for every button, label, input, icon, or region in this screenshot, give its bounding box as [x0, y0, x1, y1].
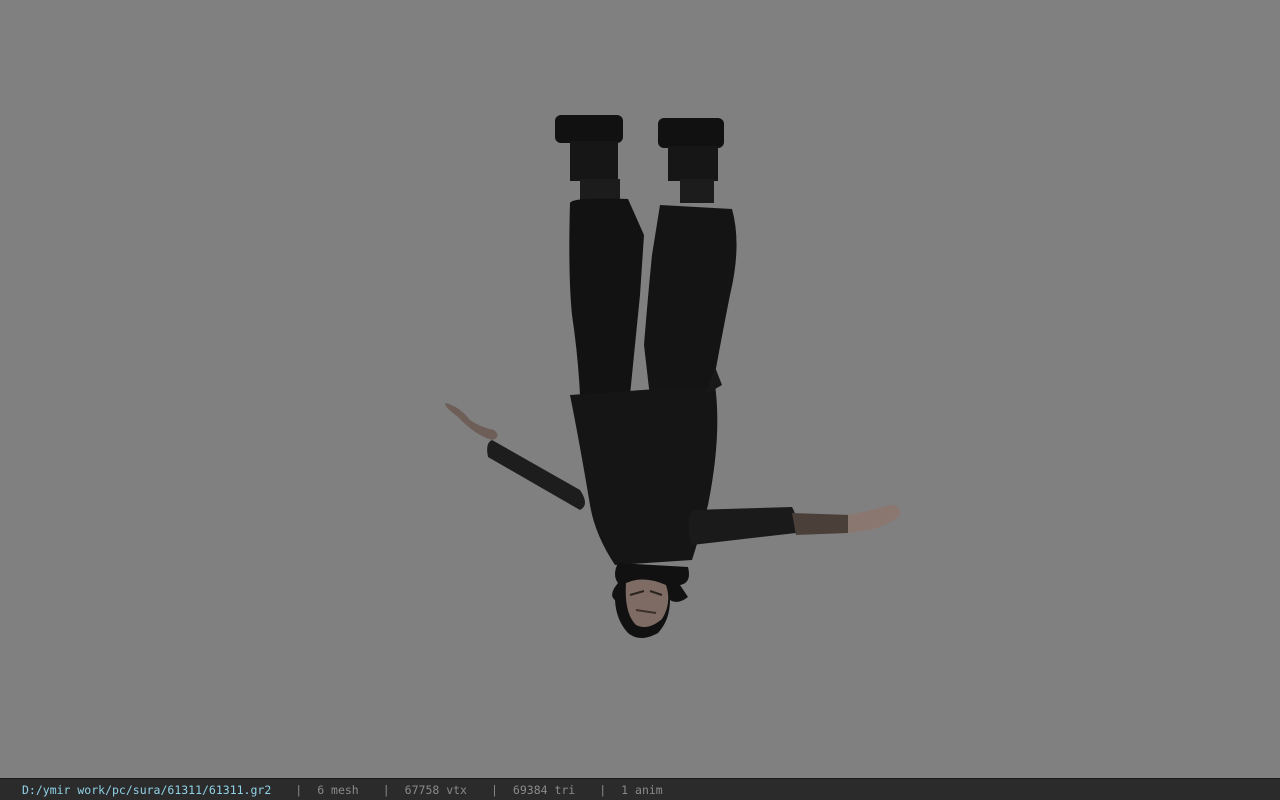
character-model	[445, 115, 901, 638]
vertex-count-label: 67758 vtx	[404, 782, 467, 797]
status-separator: |	[490, 782, 498, 797]
file-path-label: D:/ymir work/pc/sura/61311/61311.gr2	[22, 782, 272, 797]
left-boot	[555, 115, 623, 201]
right-leg	[644, 205, 737, 397]
triangle-count-label: 69384 tri	[512, 782, 576, 797]
model-viewport[interactable]	[0, 0, 1280, 778]
status-bar: D:/ymir work/pc/sura/61311/61311.gr2 | 6…	[0, 778, 1280, 800]
right-forearm	[792, 513, 852, 535]
status-separator: |	[382, 782, 390, 797]
head	[612, 563, 689, 638]
mesh-count-label: 6 mesh	[317, 782, 359, 797]
left-leg	[569, 198, 644, 395]
left-arm	[487, 440, 585, 510]
status-separator: |	[295, 782, 303, 797]
anim-count-label: 1 anim	[621, 782, 663, 797]
right-arm	[688, 507, 797, 545]
right-hand	[848, 505, 901, 533]
left-hand	[445, 403, 498, 440]
right-boot	[658, 118, 724, 203]
status-separator: |	[599, 782, 607, 797]
